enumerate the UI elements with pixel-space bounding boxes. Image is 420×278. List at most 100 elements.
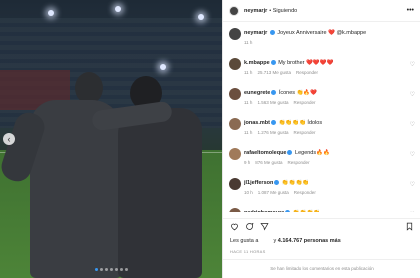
- username-link[interactable]: neymarjr: [244, 8, 267, 14]
- caption: neymarjr Joyeux Anniversaire ❤️ @k.mbapp…: [223, 26, 420, 56]
- caption-time: 11 h: [244, 40, 253, 45]
- reply-link[interactable]: Responder: [293, 130, 315, 135]
- bookmark-icon[interactable]: [405, 222, 414, 231]
- comment-username[interactable]: pedrinhomoura: [244, 210, 284, 212]
- comment-item: pedrinhomoura 👏👏👏👏♡: [223, 206, 420, 212]
- follow-status[interactable]: • Siguiendo: [269, 8, 297, 14]
- verified-badge-icon: [287, 150, 293, 156]
- comment-username[interactable]: jonas.mbt: [244, 120, 270, 126]
- chevron-left-icon[interactable]: ‹: [3, 133, 15, 145]
- verified-badge-icon: [274, 180, 280, 186]
- likes-count[interactable]: 4.164.767 personas más: [278, 238, 341, 244]
- carousel-dot: [105, 268, 108, 271]
- comment-time: 11 h: [244, 130, 253, 135]
- avatar[interactable]: [229, 148, 241, 160]
- likes-summary: Les gusta a y 4.164.767 personas más: [230, 238, 341, 244]
- comment-line: rafaeltomoleque Legends🔥🔥: [244, 146, 407, 156]
- comment-item: k.mbappe My brother ❤️❤️❤️❤️ 11 h 25.713 M…: [223, 56, 420, 86]
- comment-likes[interactable]: 1.276 Me gusta: [257, 130, 288, 135]
- comment-meta: 9 h 876 Me gusta Responder: [244, 160, 407, 165]
- comment-heart-icon[interactable]: ♡: [410, 121, 415, 128]
- comment-username[interactable]: eunegrete: [244, 90, 270, 96]
- reply-link[interactable]: Responder: [293, 100, 315, 105]
- comment-username[interactable]: rafaeltomoleque: [244, 150, 286, 156]
- stadium-light: [160, 64, 166, 70]
- caption-text: Joyeux Anniversaire ❤️ @k.mbappe: [277, 30, 367, 36]
- stadium-light: [48, 10, 54, 16]
- comment-text: 👏👏👏👏: [293, 210, 320, 212]
- post-side-panel: neymarjr • Siguiendo ••• neymarjr Joyeux…: [222, 0, 420, 278]
- post-timestamp: HACE 11 HORAS: [230, 249, 266, 254]
- reply-link[interactable]: Responder: [294, 190, 316, 195]
- avatar[interactable]: [229, 118, 241, 130]
- heart-icon[interactable]: [230, 222, 239, 231]
- comment-heart-icon[interactable]: ♡: [410, 91, 415, 98]
- more-options-icon[interactable]: •••: [407, 7, 414, 14]
- comment-line: pedrinhomoura 👏👏👏👏: [244, 206, 407, 212]
- avatar[interactable]: [229, 58, 241, 70]
- comment-line: jonas.mbt 👏👏👏👏 Ídolos: [244, 116, 407, 126]
- comment-username[interactable]: jl1jefferson: [244, 180, 273, 186]
- carousel-dot: [120, 268, 123, 271]
- caption-line: neymarjr Joyeux Anniversaire ❤️ @k.mbapp…: [244, 26, 407, 36]
- verified-badge-icon: [270, 120, 276, 126]
- share-icon[interactable]: [260, 222, 269, 231]
- caption-username[interactable]: neymarjr: [244, 30, 267, 36]
- comment-heart-icon[interactable]: ♡: [410, 181, 415, 188]
- avatar[interactable]: [229, 208, 241, 212]
- verified-badge-icon: [270, 60, 276, 66]
- comment-likes[interactable]: 876 Me gusta: [255, 160, 282, 165]
- comment-likes[interactable]: 1.087 Me gusta: [258, 190, 289, 195]
- comment-text: 👏👏👏👏: [281, 180, 310, 186]
- verified-badge-icon: [271, 90, 277, 96]
- avatar[interactable]: [229, 5, 239, 16]
- carousel-dots: [95, 268, 128, 271]
- comment-username[interactable]: k.mbappe: [244, 60, 270, 66]
- comment-time: 10 h: [244, 190, 253, 195]
- avatar[interactable]: [229, 28, 241, 40]
- comment-meta: 11 h 1.276 Me gusta Responder: [244, 130, 407, 135]
- instagram-post-view: ‹ neymarjr • Siguiendo ••• neymarjr Joye…: [0, 0, 420, 278]
- comment-meta: 10 h 1.087 Me gusta Responder: [244, 190, 407, 195]
- comment-text: My brother ❤️❤️❤️❤️: [278, 60, 334, 66]
- comment-line: k.mbappe My brother ❤️❤️❤️❤️: [244, 56, 407, 66]
- verified-badge-icon: [269, 30, 275, 36]
- comment-meta: 11 h 1.563 Me gusta Responder: [244, 100, 407, 105]
- comment-list[interactable]: neymarjr Joyeux Anniversaire ❤️ @k.mbapp…: [223, 26, 420, 212]
- carousel-dot: [100, 268, 103, 271]
- player-right: [118, 108, 202, 278]
- comment-time: 9 h: [244, 160, 251, 165]
- comment-heart-icon[interactable]: ♡: [410, 211, 415, 212]
- stadium-light: [115, 6, 121, 12]
- comment-text: Legends🔥🔥: [295, 150, 330, 156]
- reply-link[interactable]: Responder: [296, 70, 318, 75]
- comment-text: 👏👏👏👏 Ídolos: [278, 120, 323, 126]
- comment-item: rafaeltomoleque Legends🔥🔥 9 h 876 Me gusta…: [223, 146, 420, 176]
- reply-link[interactable]: Responder: [288, 160, 310, 165]
- comment-heart-icon[interactable]: ♡: [410, 151, 415, 158]
- likes-suffix: y: [273, 238, 277, 244]
- comment-time: 11 h: [244, 70, 253, 75]
- post-photo[interactable]: ‹: [0, 0, 222, 278]
- avatar[interactable]: [229, 88, 241, 100]
- caption-meta: 11 h: [244, 40, 407, 45]
- comment-time: 11 h: [244, 100, 253, 105]
- action-bar: [223, 218, 420, 232]
- comment-text: Ícones 👏🔥❤️: [278, 90, 318, 96]
- comment-likes[interactable]: 1.563 Me gusta: [257, 100, 288, 105]
- carousel-dot: [115, 268, 118, 271]
- comment-item: jl1jefferson 👏👏👏👏 10 h 1.087 Me gusta Respo…: [223, 176, 420, 206]
- avatar[interactable]: [229, 178, 241, 190]
- comment-heart-icon[interactable]: ♡: [410, 61, 415, 68]
- follow-status-label: Siguiendo: [272, 7, 298, 14]
- likes-prefix: Les gusta a: [230, 238, 259, 244]
- comment-line: eunegrete Ícones 👏🔥❤️: [244, 86, 407, 96]
- comment-meta: 11 h 25.713 Me gusta Responder: [244, 70, 407, 75]
- comments-limited-notice: Se han limitado los comentarios en esta …: [223, 259, 420, 278]
- comment-item: eunegrete Ícones 👏🔥❤️ 11 h 1.563 Me gusta R…: [223, 86, 420, 116]
- comment-likes[interactable]: 25.713 Me gusta: [257, 70, 291, 75]
- verified-badge-icon: [285, 210, 291, 212]
- carousel-dot: [95, 268, 98, 271]
- comment-icon[interactable]: [245, 222, 254, 231]
- comment-line: jl1jefferson 👏👏👏👏: [244, 176, 407, 186]
